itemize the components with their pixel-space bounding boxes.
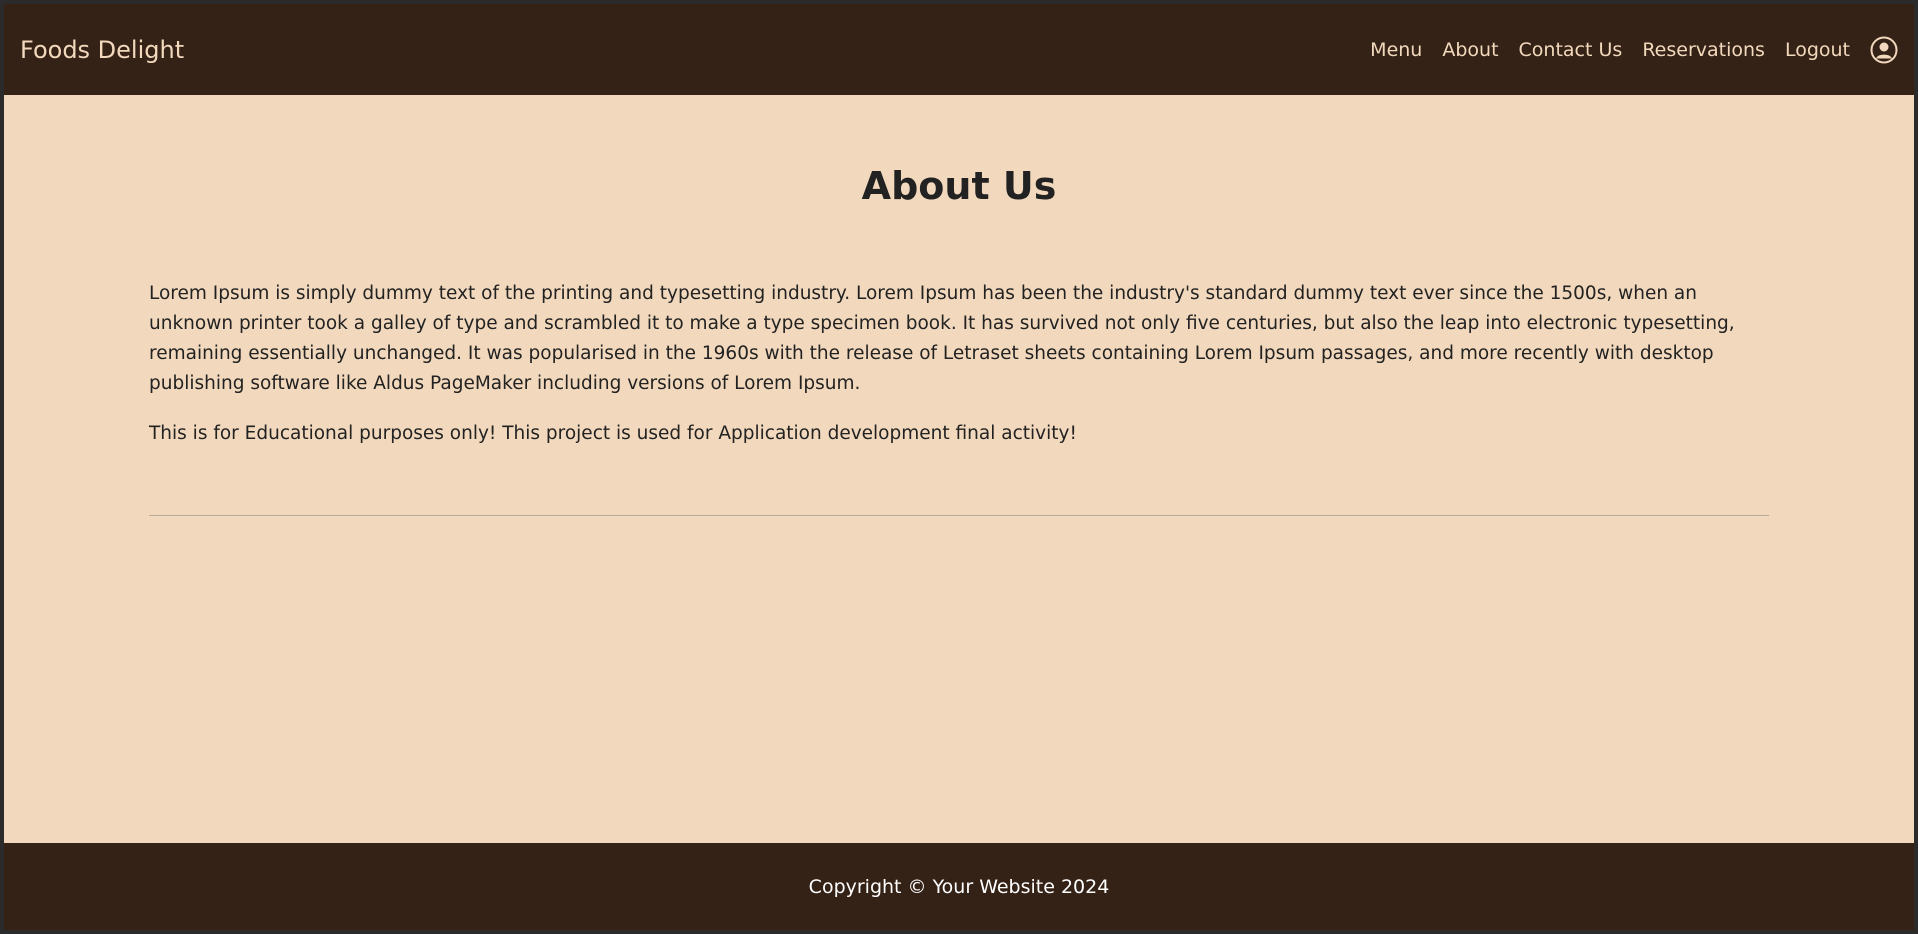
page-title: About Us	[861, 164, 1057, 208]
nav-link-reservations[interactable]: Reservations	[1642, 39, 1765, 61]
nav-links: Menu About Contact Us Reservations Logou…	[1370, 36, 1898, 64]
copyright-text: Copyright © Your Website 2024	[808, 875, 1110, 898]
section-divider	[149, 515, 1769, 516]
disclaimer-paragraph: This is for Educational purposes only! T…	[149, 423, 1077, 444]
about-paragraph: Lorem Ipsum is simply dummy text of the …	[149, 283, 1735, 394]
nav-link-logout[interactable]: Logout	[1785, 39, 1850, 61]
page-frame: Foods Delight Menu About Contact Us Rese…	[4, 4, 1914, 930]
nav-link-menu[interactable]: Menu	[1370, 39, 1422, 61]
footer: Copyright © Your Website 2024	[4, 843, 1914, 930]
about-section: About Us Lorem Ipsum is simply dummy tex…	[149, 95, 1769, 516]
nav-link-about[interactable]: About	[1442, 39, 1498, 61]
brand-link[interactable]: Foods Delight	[20, 36, 184, 64]
nav-link-contact-us[interactable]: Contact Us	[1519, 39, 1623, 61]
user-circle-icon[interactable]	[1870, 36, 1898, 64]
navbar: Foods Delight Menu About Contact Us Rese…	[4, 4, 1914, 95]
